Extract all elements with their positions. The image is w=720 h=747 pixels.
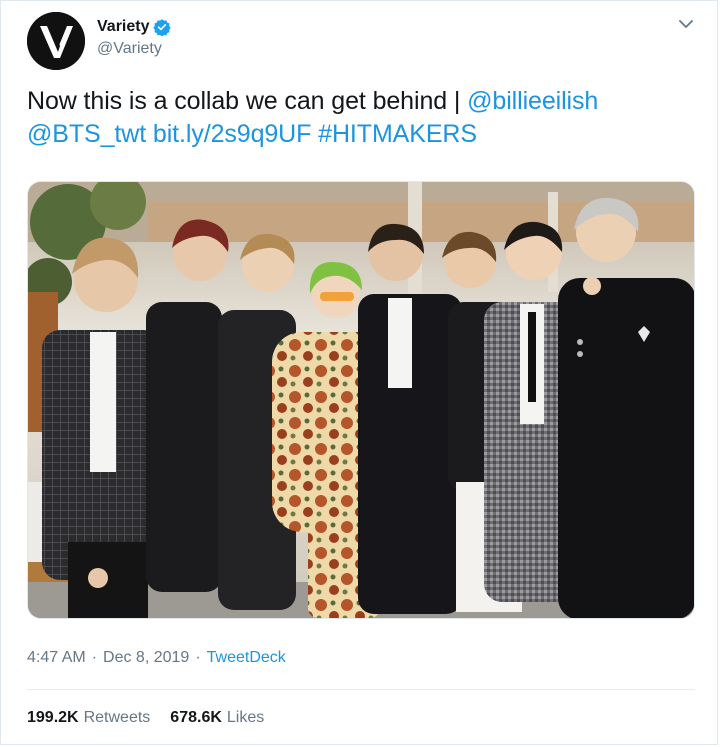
tweet-source[interactable]: TweetDeck <box>207 649 286 667</box>
tweet-card: Variety @Variety Now this is a collab we… <box>0 0 718 745</box>
tweet-text: Now this is a collab we can get behind |… <box>27 85 687 151</box>
likes-stat[interactable]: 678.6K Likes <box>170 709 264 727</box>
divider <box>27 689 695 690</box>
likes-count: 678.6K <box>170 709 222 726</box>
tweet-photo[interactable] <box>27 181 695 619</box>
mention-billieeilish[interactable]: @billieeilish <box>467 87 598 115</box>
meta-separator-2: · <box>195 649 201 666</box>
likes-label: Likes <box>226 709 265 726</box>
author-names: Variety @Variety <box>97 12 172 70</box>
tweet-time[interactable]: 4:47 AM <box>27 649 86 667</box>
tweet-header: Variety @Variety <box>27 11 172 71</box>
variety-logo-icon <box>27 12 85 70</box>
tweet-stats: 199.2K Retweets 678.6K Likes <box>27 709 284 727</box>
display-name-row: Variety <box>97 18 172 36</box>
tweet-text-prefix: Now this is a collab we can get behind | <box>27 87 468 115</box>
hashtag-hitmakers[interactable]: #HITMAKERS <box>318 120 477 148</box>
tweet-menu-button[interactable] <box>677 15 695 33</box>
author-handle[interactable]: @Variety <box>97 40 171 58</box>
verified-badge-icon <box>153 18 172 36</box>
retweets-label: Retweets <box>83 709 151 726</box>
chevron-down-icon <box>679 19 693 28</box>
retweets-stat[interactable]: 199.2K Retweets <box>27 709 150 727</box>
group-photo-image <box>28 182 694 618</box>
tweet-date[interactable]: Dec 8, 2019 <box>103 649 189 667</box>
retweets-count: 199.2K <box>27 709 79 726</box>
tweet-meta: 4:47 AM · Dec 8, 2019 · TweetDeck <box>27 649 286 667</box>
mention-bts[interactable]: @BTS_twt <box>27 120 146 148</box>
display-name[interactable]: Variety <box>97 18 149 36</box>
avatar[interactable] <box>27 12 85 70</box>
meta-separator: · <box>91 649 98 666</box>
tweet-link[interactable]: bit.ly/2s9q9UF <box>153 120 311 148</box>
